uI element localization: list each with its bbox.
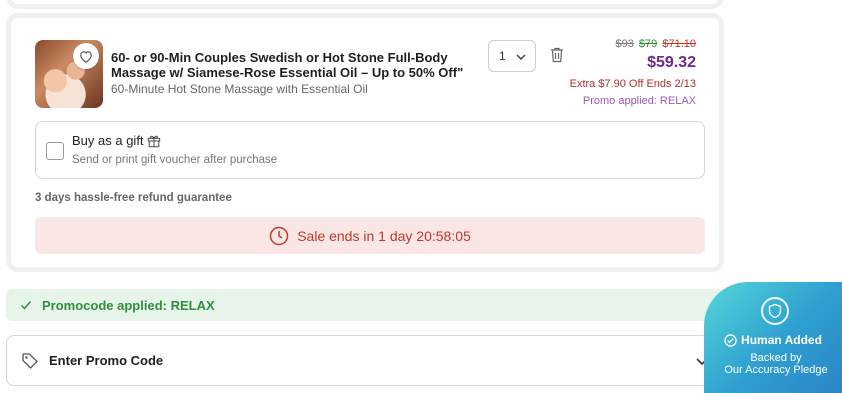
price-block: $93 $79 $71.10 $59.32 Extra $7.90 Off En… (570, 38, 696, 108)
cart-item-card: 60- or 90-Min Couples Swedish or Hot Sto… (6, 13, 724, 272)
checkmark-icon (20, 301, 32, 310)
check-circle-icon (724, 333, 737, 347)
enter-promo-code-label: Enter Promo Code (49, 353, 164, 368)
accuracy-pledge-badge[interactable]: Human Added Backed by Our Accuracy Pledg… (704, 282, 842, 393)
discount-price: $79 (638, 38, 658, 50)
trash-icon[interactable] (550, 47, 564, 63)
tag-icon (22, 352, 38, 369)
pledge-subtitle: Backed by Our Accuracy Pledge (704, 352, 842, 376)
strikethrough-prices: $93 $79 $71.10 (570, 38, 697, 51)
refund-guarantee: 3 days hassle-free refund guarantee (35, 192, 232, 204)
pledge-title: Human Added (704, 333, 842, 347)
pledge-title-text: Human Added (741, 333, 822, 347)
pledge-emblem (761, 297, 789, 325)
shield-icon (768, 303, 782, 319)
promocode-applied-bar: Promocode applied: RELAX (6, 289, 724, 321)
quantity-value: 1 (499, 49, 506, 63)
enter-promo-code-toggle[interactable]: Enter Promo Code (6, 335, 724, 386)
gift-icon (147, 135, 160, 147)
deal-title[interactable]: 60- or 90-Min Couples Swedish or Hot Sto… (111, 50, 471, 80)
pledge-sub-line1: Backed by (750, 352, 802, 364)
gift-subtitle: Send or print gift voucher after purchas… (72, 154, 278, 166)
gift-title: Buy as a gift (72, 133, 161, 148)
sale-countdown-text: Sale ends in 1 day 20:58:05 (297, 227, 471, 244)
promo-applied-text: Promo applied: RELAX (582, 95, 696, 107)
gift-checkbox[interactable] (46, 142, 64, 160)
gift-title-label: Buy as a gift (72, 133, 144, 148)
final-price: $59.32 (647, 54, 696, 71)
heart-icon (80, 50, 92, 63)
gift-option[interactable]: Buy as a gift Send or print gift voucher… (35, 121, 705, 179)
clock-icon (269, 226, 289, 245)
pledge-sub-line2: Our Accuracy Pledge (724, 364, 828, 376)
quantity-select[interactable]: 1 (488, 40, 536, 72)
extra-discount-text: Extra $7.90 Off Ends 2/13 (569, 78, 696, 90)
chevron-down-icon (516, 54, 526, 61)
previous-card-edge (6, 0, 724, 9)
deal-option-name: 60-Minute Hot Stone Massage with Essenti… (111, 82, 368, 96)
sale-price: $71.10 (662, 38, 696, 50)
promocode-applied-text: Promocode applied: RELAX (42, 297, 215, 313)
favorite-button[interactable] (73, 43, 99, 69)
original-price: $93 (615, 38, 634, 50)
sale-countdown-banner: Sale ends in 1 day 20:58:05 (35, 217, 705, 254)
